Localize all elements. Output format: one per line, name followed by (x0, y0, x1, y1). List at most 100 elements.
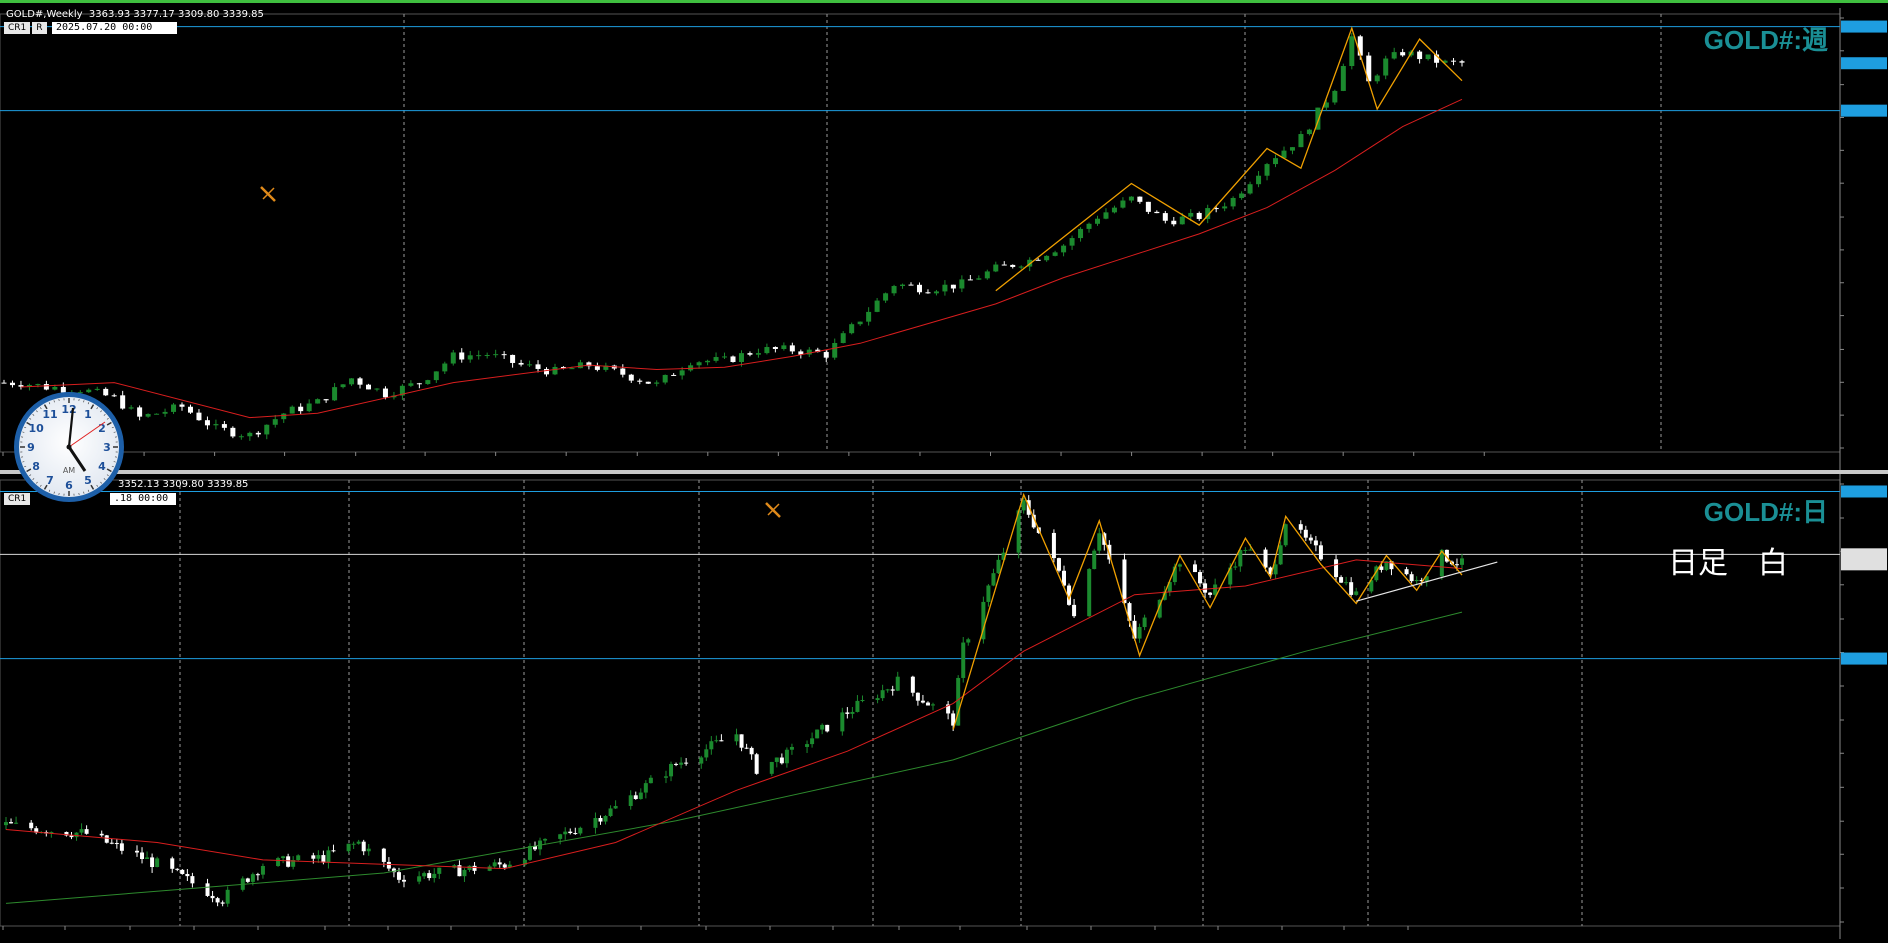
candle-body (892, 286, 897, 293)
weekly-date-box[interactable]: 2025.07.20 00:00 (52, 22, 177, 34)
candle-body (578, 828, 582, 834)
candle-body (1044, 256, 1049, 260)
candle-body (281, 414, 286, 420)
candle-body (966, 639, 970, 642)
clock-center (67, 445, 72, 450)
candle-body (367, 849, 371, 852)
candle-body (646, 382, 651, 384)
candle-body (527, 364, 532, 365)
candle-body (639, 793, 643, 799)
candle-body (170, 858, 174, 868)
candle-body (29, 823, 33, 829)
candle-body (246, 878, 250, 881)
candle-body (714, 357, 719, 361)
candle-body (1002, 265, 1007, 266)
candle-body (1061, 246, 1066, 253)
candle-body (190, 876, 194, 883)
candle-body (876, 698, 880, 700)
candle-body (719, 740, 723, 741)
candle-body (739, 353, 744, 362)
candle-body (1358, 36, 1363, 55)
candle-body (722, 356, 727, 357)
candle-body (1460, 61, 1465, 62)
clock-numeral: 6 (65, 479, 73, 492)
candle-body (473, 866, 477, 871)
daily-chart-panel[interactable]: 3352.13 3309.80 3339.85 CR1 .18 00:00 GO… (0, 474, 1888, 939)
candle-body (434, 371, 439, 380)
clock-numeral: 12 (61, 403, 76, 416)
candle-body (1274, 564, 1278, 574)
candle-body (205, 420, 210, 425)
candle-body (1248, 184, 1253, 193)
candle-body (563, 832, 567, 835)
candle-body (858, 322, 863, 325)
candle-body (1410, 574, 1414, 581)
candle-body (849, 324, 854, 333)
candle-body (604, 816, 608, 822)
candle-body (810, 738, 814, 744)
candle-body (1417, 52, 1422, 59)
candle-body (185, 874, 189, 876)
candle-body (9, 822, 13, 823)
candle-body (815, 730, 819, 739)
candle-body (286, 856, 290, 866)
weekly-chart-canvas[interactable] (0, 8, 1888, 470)
candle-body (649, 778, 653, 783)
candle-body (129, 407, 134, 408)
candle-body (150, 857, 154, 867)
candle-body (347, 844, 351, 851)
r-button[interactable]: R (32, 22, 46, 34)
candle-body (315, 399, 320, 403)
candle-body (44, 384, 49, 390)
candle-body (321, 855, 325, 863)
candle-body (528, 846, 532, 860)
candle-body (476, 355, 481, 356)
window-top-bar (0, 0, 1888, 3)
candle-body (427, 873, 431, 878)
candle-body (735, 734, 739, 741)
candle-body (991, 573, 995, 585)
candle-body (1279, 545, 1283, 564)
candle-body (213, 424, 218, 425)
candle-body (1265, 164, 1270, 176)
cr1-button[interactable]: CR1 (4, 22, 30, 34)
candle-body (916, 693, 920, 701)
weekly-cr-buttons[interactable]: CR1 R (4, 22, 47, 34)
candle-body (1143, 618, 1147, 627)
candle-body (883, 293, 888, 300)
candle-body (764, 347, 769, 353)
clock-numeral: 11 (42, 408, 57, 421)
candle-body (1451, 61, 1456, 62)
clock-numeral: 5 (84, 474, 92, 487)
candle-body (1339, 577, 1343, 583)
candle-body (85, 829, 89, 834)
candle-body (669, 764, 673, 776)
weekly-chart-header: GOLD#,Weekly 3363.93 3377.17 3309.80 333… (6, 9, 264, 20)
candle-body (468, 355, 473, 359)
candle-body (850, 712, 854, 714)
candle-body (503, 864, 507, 867)
candle-body (671, 375, 676, 376)
candle-body (985, 271, 990, 278)
candle-body (961, 643, 965, 678)
weekly-chart-panel[interactable]: GOLD#,Weekly 3363.93 3377.17 3309.80 333… (0, 8, 1888, 470)
candle-body (462, 870, 466, 876)
candle-body (110, 843, 114, 844)
candle-body (251, 874, 255, 882)
candle-body (824, 352, 829, 358)
candle-body (568, 832, 572, 833)
candle-body (578, 362, 583, 368)
candle-body (1197, 213, 1202, 219)
daily-chart-canvas[interactable] (0, 474, 1888, 939)
candle-body (519, 363, 524, 365)
candle-body (1304, 530, 1308, 538)
candle-body (1383, 59, 1388, 76)
candle-body (382, 849, 386, 862)
candle-body (805, 744, 809, 747)
candle-body (704, 749, 708, 757)
candle-body (349, 378, 354, 384)
analog-clock-widget[interactable]: 121234567891011 AM (12, 390, 126, 504)
candle-body (1087, 569, 1091, 616)
candle-body (1146, 202, 1151, 212)
candle-body (1298, 134, 1303, 147)
